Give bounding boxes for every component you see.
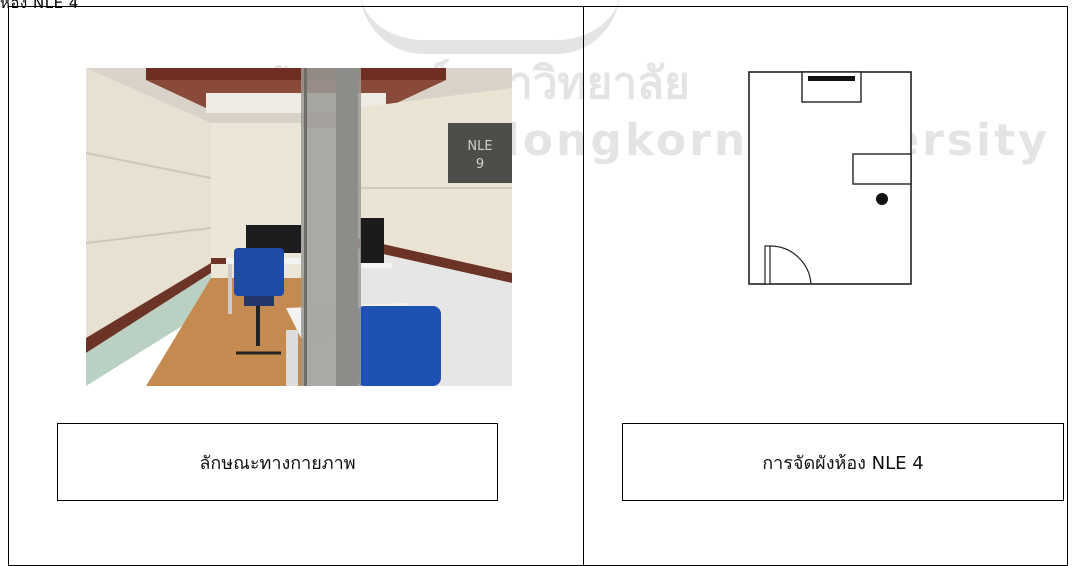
column-divider — [583, 6, 584, 566]
door-leaf — [764, 245, 771, 285]
sign-text-1: NLE — [467, 139, 492, 154]
side-desk — [852, 153, 912, 185]
floor-plan-caption: การจัดผังห้อง NLE 4 — [622, 423, 1064, 501]
photo-caption: ลักษณะทางกายภาพ — [57, 423, 498, 501]
room-photo: NLE 9 — [86, 68, 512, 386]
sign-text-2: 9 — [476, 157, 484, 172]
chair-marker — [876, 193, 888, 205]
floor-plan-diagram — [748, 71, 912, 285]
monitor-shape — [808, 76, 855, 81]
